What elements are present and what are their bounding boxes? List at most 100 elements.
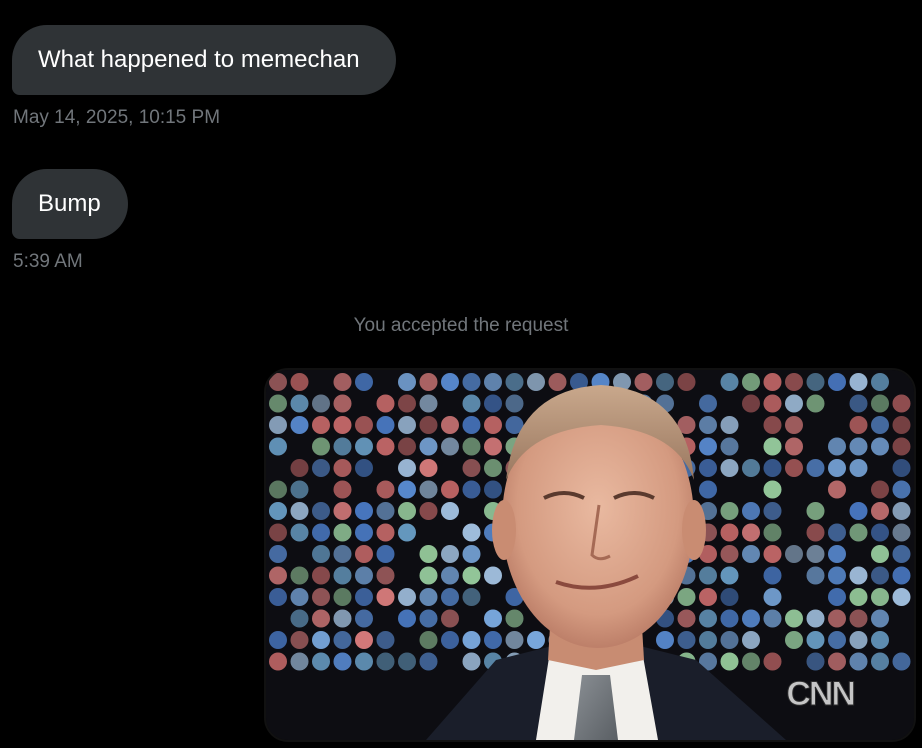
- background-light-dot: [312, 523, 330, 542]
- background-light-dot: [290, 523, 309, 542]
- ear-right: [682, 500, 706, 560]
- background-light-dot: [892, 652, 911, 671]
- background-light-dot: [763, 609, 782, 628]
- background-light-dot: [462, 459, 481, 477]
- background-light-dot: [333, 523, 352, 542]
- background-light-dot: [269, 480, 287, 499]
- background-light-dot: [355, 502, 373, 520]
- background-light-dot: [269, 437, 287, 456]
- background-light-dot: [355, 459, 373, 477]
- background-light-dot: [290, 588, 309, 606]
- background-light-dot: [849, 416, 868, 434]
- background-light-dot: [398, 480, 416, 499]
- background-light-dot: [441, 416, 459, 434]
- message-bubble[interactable]: Bump: [12, 169, 128, 239]
- background-light-dot: [828, 609, 846, 628]
- background-light-dot: [269, 588, 287, 606]
- background-light-dot: [505, 394, 524, 413]
- background-light-dot: [892, 437, 911, 456]
- background-light-dot: [720, 416, 739, 434]
- message-text: Bump: [38, 190, 101, 217]
- cnn-logo: CNN: [786, 675, 857, 714]
- background-light-dot: [333, 480, 352, 499]
- background-light-dot: [849, 373, 868, 391]
- background-light-dot: [441, 631, 459, 649]
- background-light-dot: [720, 437, 739, 456]
- background-light-dot: [398, 459, 416, 477]
- background-light-dot: [441, 480, 459, 499]
- background-light-dot: [828, 566, 846, 585]
- background-light-dot: [333, 416, 352, 434]
- background-light-dot: [785, 394, 803, 413]
- media-attachment[interactable]: CNN: [266, 370, 914, 740]
- background-light-dot: [376, 416, 395, 434]
- message-text: What happened to memechan: [38, 46, 360, 73]
- background-light-dot: [376, 502, 395, 520]
- background-light-dot: [763, 416, 782, 434]
- background-light-dot: [849, 609, 868, 628]
- background-light-dot: [419, 437, 438, 456]
- background-light-dot: [763, 502, 782, 520]
- background-light-dot: [484, 609, 502, 628]
- message-timestamp: 5:39 AM: [13, 251, 83, 272]
- background-light-dot: [720, 588, 739, 606]
- background-light-dot: [828, 373, 846, 391]
- background-light-dot: [398, 416, 416, 434]
- background-light-dot: [849, 502, 868, 520]
- background-light-dot: [312, 416, 330, 434]
- background-light-dot: [333, 394, 352, 413]
- background-light-dot: [419, 373, 438, 391]
- background-light-dot: [742, 502, 760, 520]
- background-light-dot: [871, 416, 889, 434]
- background-light-dot: [355, 437, 373, 456]
- background-light-dot: [720, 545, 739, 563]
- background-light-dot: [484, 480, 502, 499]
- message-bubble[interactable]: What happened to memechan: [12, 25, 396, 95]
- background-light-dot: [892, 416, 911, 434]
- background-light-dot: [806, 373, 825, 391]
- dm-conversation: What happened to memechan May 14, 2025, …: [0, 0, 922, 748]
- background-light-dot: [333, 459, 352, 477]
- background-light-dot: [656, 631, 674, 649]
- background-light-dot: [763, 523, 782, 542]
- background-light-dot: [828, 437, 846, 456]
- background-light-dot: [849, 631, 868, 649]
- background-light-dot: [376, 631, 395, 649]
- background-light-dot: [742, 523, 760, 542]
- background-light-dot: [699, 437, 717, 456]
- background-light-dot: [312, 459, 330, 477]
- background-light-dot: [785, 416, 803, 434]
- background-light-dot: [699, 480, 717, 499]
- background-light-dot: [484, 416, 502, 434]
- background-light-dot: [763, 588, 782, 606]
- background-light-dot: [849, 459, 868, 477]
- background-light-dot: [828, 480, 846, 499]
- background-light-dot: [290, 631, 309, 649]
- background-light-dot: [312, 566, 330, 585]
- background-light-dot: [548, 373, 567, 391]
- background-light-dot: [419, 394, 438, 413]
- background-light-dot: [355, 373, 373, 391]
- background-light-dot: [505, 373, 524, 391]
- background-light-dot: [484, 566, 502, 585]
- background-light-dot: [290, 652, 309, 671]
- background-light-dot: [462, 523, 481, 542]
- background-light-dot: [355, 652, 373, 671]
- background-light-dot: [806, 609, 825, 628]
- background-light-dot: [290, 373, 309, 391]
- background-light-dot: [742, 459, 760, 477]
- background-light-dot: [505, 609, 524, 628]
- background-light-dot: [828, 545, 846, 563]
- background-light-dot: [806, 545, 825, 563]
- background-light-dot: [763, 459, 782, 477]
- background-light-dot: [785, 373, 803, 391]
- background-light-dot: [441, 566, 459, 585]
- background-light-dot: [828, 523, 846, 542]
- background-light-dot: [806, 652, 825, 671]
- background-light-dot: [742, 652, 760, 671]
- background-light-dot: [333, 502, 352, 520]
- background-light-dot: [355, 523, 373, 542]
- background-light-dot: [677, 631, 696, 649]
- background-light-dot: [269, 652, 287, 671]
- background-light-dot: [871, 652, 889, 671]
